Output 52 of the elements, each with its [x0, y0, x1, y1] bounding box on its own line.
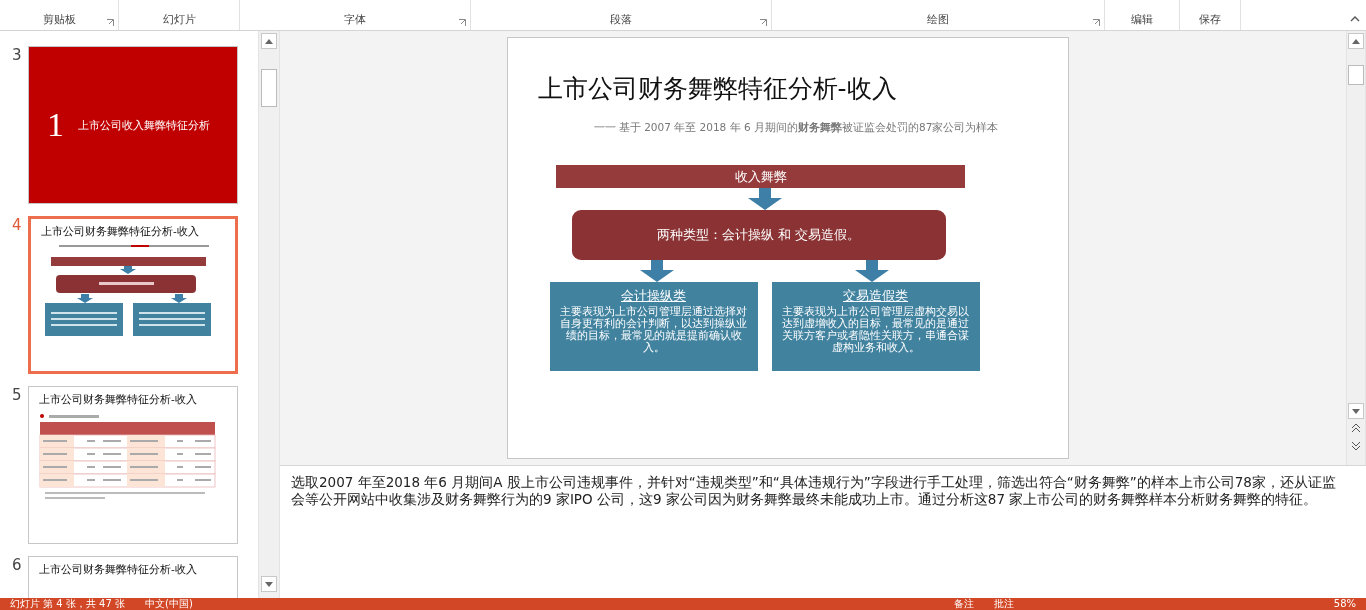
slide-title: 上市公司财务舞弊特征分析-收入: [39, 563, 198, 576]
slide-number: 4: [11, 216, 23, 236]
summary-box: 两种类型：会计操纵 和 交易造假。: [571, 210, 946, 260]
group-label: 保存: [1199, 12, 1221, 27]
caret-down-icon: [265, 581, 273, 587]
slide-number: 6: [11, 556, 23, 576]
slide-thumbnail[interactable]: 1 上市公司收入舞弊特征分析: [28, 46, 238, 204]
section-title: 上市公司收入舞弊特征分析: [78, 117, 210, 133]
notes-button[interactable]: 备注: [953, 598, 974, 610]
language-indicator: 中文(中国): [145, 598, 193, 610]
down-arrow-icon: [747, 188, 782, 210]
slide-number: 3: [11, 46, 23, 66]
collapse-ribbon-icon[interactable]: [1350, 14, 1360, 24]
dialog-launcher-icon[interactable]: [459, 19, 466, 26]
caret-up-icon: [1352, 38, 1360, 44]
previous-slide-icon[interactable]: [1352, 423, 1360, 433]
caret-down-icon: [1352, 408, 1360, 414]
next-slide-icon[interactable]: [1352, 441, 1360, 451]
comments-button[interactable]: 批注: [993, 598, 1014, 610]
slide-counter: 幻灯片 第 4 张，共 47 张: [10, 598, 125, 610]
slide-thumbnail[interactable]: 上市公司财务舞弊特征分析-收入: [28, 386, 238, 544]
dialog-launcher-icon[interactable]: [1093, 19, 1100, 26]
scroll-up-button[interactable]: [1348, 33, 1364, 49]
group-label: 幻灯片: [162, 12, 196, 27]
slide-thumbnail[interactable]: 上市公司财务舞弊特征分析-收入: [28, 216, 238, 374]
group-label: 剪贴板: [42, 12, 76, 27]
notes-text: 选取2007 年至2018 年6 月期间A 股上市公司违规事件，并针对“违规类型”和“具体违规行为”字段进行手工处理，筛选出符合“财务舞弊”的样本上市公司78家，还从证监会等公开网站中收集涉及财务舞弊行为的9 家IPO 公司，这9 家公司因为财务舞弊最终未能成功上市。通过分析这87 家上市公司的财务舞弊样本分析财务舞弊的特征。: [291, 474, 1337, 508]
scroll-down-button[interactable]: [1348, 403, 1364, 419]
slide-title: 上市公司财务舞弊特征分析-收入: [537, 73, 897, 105]
card-heading: 交易造假类: [843, 288, 908, 305]
dialog-launcher-icon[interactable]: [760, 19, 767, 26]
scrollbar-thumb[interactable]: [261, 69, 277, 107]
slide-number: 5: [11, 386, 23, 406]
card-text: 主要表现为上市公司管理层通过选择对自身更有利的会计判断，以达到操纵业绩的目标，最常见的就是提前确认收入。: [559, 305, 748, 353]
slide-title: 上市公司财务舞弊特征分析-收入: [39, 393, 198, 406]
card-heading: 会计操纵类: [621, 288, 686, 305]
section-number: 1: [47, 106, 64, 144]
caret-up-icon: [265, 38, 273, 44]
category-bar: 收入舞弊: [556, 165, 965, 188]
scroll-up-button[interactable]: [261, 33, 277, 49]
group-label: 字体: [344, 12, 366, 27]
card-text: 主要表现为上市公司管理层虚构交易以达到虚增收入的目标，最常见的是通过关联方客户或者隐性关联方，串通合谋虚构业务和收入。: [781, 305, 970, 353]
group-label: 段落: [610, 12, 632, 27]
slide-thumbnail[interactable]: 上市公司财务舞弊特征分析-收入: [28, 556, 238, 598]
group-label: 编辑: [1131, 12, 1153, 27]
scroll-down-button[interactable]: [261, 576, 277, 592]
slide-title: 上市公司财务舞弊特征分析-收入: [41, 225, 200, 238]
zoom-level: 58%: [1333, 598, 1356, 610]
dialog-launcher-icon[interactable]: [107, 19, 114, 26]
slide-subtitle: 一一 基于 2007 年至 2018 年 6 月期间的财务舞弊被证监会处罚的87家公司为样本: [593, 121, 999, 135]
scrollbar-thumb[interactable]: [1348, 65, 1364, 85]
group-label: 绘图: [927, 12, 949, 27]
